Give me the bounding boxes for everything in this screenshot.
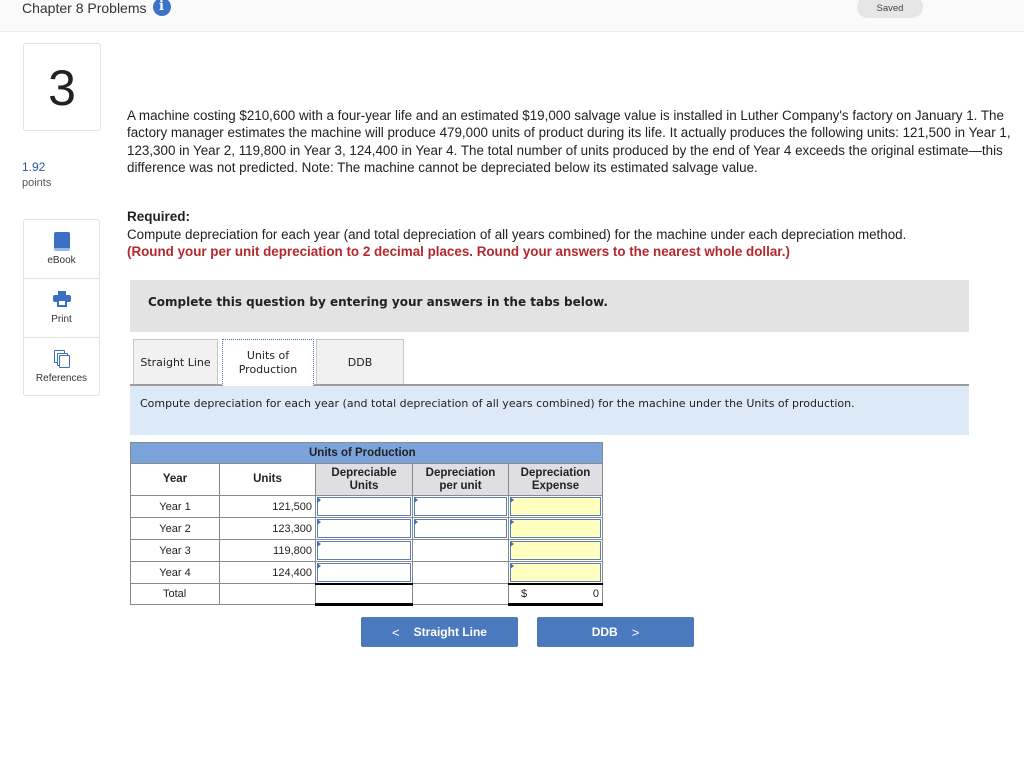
references-label: References (35, 373, 88, 384)
instructions-text: Complete this question by entering your … (148, 295, 608, 309)
depreciable-units-input[interactable] (315, 517, 413, 540)
header-depreciation-expense: Depreciation Expense (508, 463, 603, 496)
header-units: Units (219, 463, 316, 496)
required-heading: Required: (127, 209, 191, 224)
depreciable-units-input[interactable] (315, 561, 413, 584)
top-bar: Chapter 8 Problems i Saved (0, 0, 1024, 32)
table-row: Year 2 123,300 (130, 517, 603, 540)
depreciation-expense-input[interactable] (508, 539, 603, 562)
depreciation-expense-input[interactable] (508, 561, 603, 584)
saved-status-badge: Saved (857, 0, 923, 18)
tab-prompt-text: Compute depreciation for each year (and … (140, 397, 855, 410)
year-cell: Year 4 (130, 561, 220, 584)
question-number: 3 (23, 43, 101, 131)
book-icon (53, 232, 70, 251)
units-of-production-table: Units of Production Year Units Depreciab… (130, 442, 603, 606)
depreciation-per-unit-input[interactable] (412, 495, 509, 518)
points-label: points (22, 177, 52, 189)
print-button[interactable]: Print (24, 279, 99, 338)
instructions-banner: Complete this question by entering your … (130, 280, 969, 332)
tab-ddb[interactable]: DDB (316, 339, 404, 385)
info-icon[interactable]: i (152, 0, 171, 16)
chapter-title: Chapter 8 Problems i (22, 0, 171, 16)
problem-text: A machine costing $210,600 with a four-y… (127, 108, 1011, 175)
units-cell: 119,800 (219, 539, 316, 562)
depreciable-units-input[interactable] (315, 495, 413, 518)
total-depreciable-units-cell (315, 582, 413, 606)
per-unit-blank-cell (412, 539, 509, 562)
depreciable-units-input[interactable] (315, 539, 413, 562)
ebook-label: eBook (47, 255, 76, 266)
header-depreciable-units: Depreciable Units (315, 463, 413, 496)
next-tab-label: DDB (591, 625, 618, 639)
rounding-note: (Round your per unit depreciation to 2 d… (127, 244, 790, 259)
depreciation-expense-input[interactable] (508, 495, 603, 518)
total-expense-value: 0 (592, 587, 599, 600)
year-cell: Year 1 (130, 495, 220, 518)
prev-tab-button[interactable]: < Straight Line (361, 617, 518, 647)
tab-units-of-production[interactable]: Units of Production (222, 339, 314, 386)
tab-straight-line[interactable]: Straight Line (133, 339, 218, 385)
depreciation-per-unit-input[interactable] (412, 517, 509, 540)
print-label: Print (51, 314, 72, 325)
table-row: Year 1 121,500 (130, 495, 603, 518)
documents-icon (53, 350, 70, 368)
tool-stack: eBook Print References (23, 219, 100, 396)
units-cell: 124,400 (219, 561, 316, 584)
chevron-left-icon: < (392, 624, 400, 640)
total-units-cell (219, 583, 316, 605)
ebook-button[interactable]: eBook (24, 220, 99, 279)
year-cell: Year 3 (130, 539, 220, 562)
next-tab-button[interactable]: DDB > (537, 617, 694, 647)
table-band-title: Units of Production (130, 442, 603, 464)
total-row: Total $ 0 (130, 582, 603, 606)
chapter-title-text: Chapter 8 Problems (22, 0, 147, 16)
currency-symbol: $ (521, 587, 528, 600)
total-per-unit-cell (412, 583, 509, 605)
per-unit-blank-cell (412, 561, 509, 584)
units-cell: 123,300 (219, 517, 316, 540)
required-text: Compute depreciation for each year (and … (127, 227, 907, 242)
chevron-right-icon: > (631, 624, 640, 640)
references-button[interactable]: References (24, 338, 99, 395)
tab-prompt-banner: Compute depreciation for each year (and … (130, 386, 969, 435)
points-value: 1.92 (22, 160, 46, 174)
printer-icon (52, 291, 71, 307)
prev-tab-label: Straight Line (413, 625, 487, 639)
table-row: Year 4 124,400 (130, 561, 603, 584)
total-label: Total (130, 583, 220, 605)
table-row: Year 3 119,800 (130, 539, 603, 562)
depreciation-expense-input[interactable] (508, 517, 603, 540)
total-expense-cell: $ 0 (508, 582, 603, 606)
units-cell: 121,500 (219, 495, 316, 518)
header-year: Year (130, 463, 220, 496)
header-depreciation-per-unit: Depreciation per unit (412, 463, 509, 496)
year-cell: Year 2 (130, 517, 220, 540)
